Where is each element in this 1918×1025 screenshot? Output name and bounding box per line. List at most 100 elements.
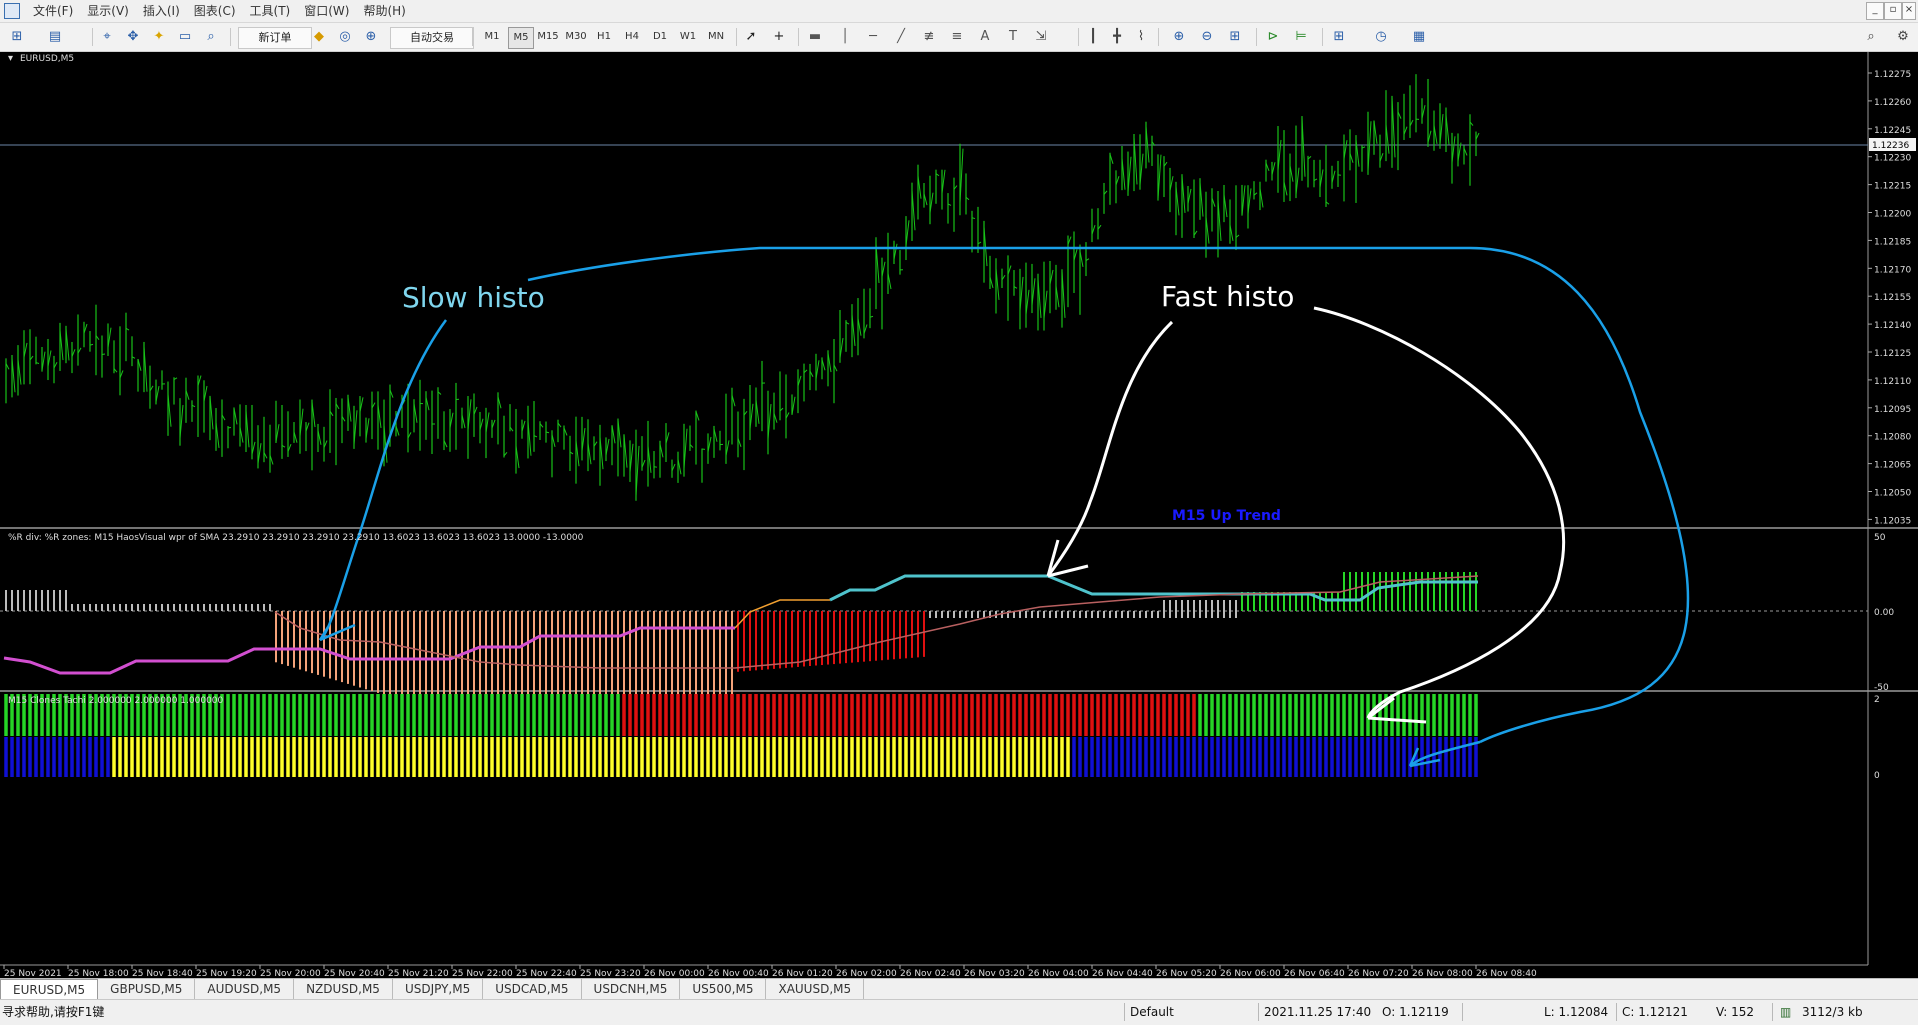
- timeframe-W1[interactable]: W1: [676, 27, 700, 47]
- chart-shift-icon[interactable]: ⊨: [1292, 28, 1310, 46]
- navigator-icon[interactable]: ▭: [176, 28, 194, 46]
- tab-audusd[interactable]: AUDUSD,M5: [195, 979, 294, 999]
- channel-icon[interactable]: ≢: [920, 28, 938, 46]
- text-tool-icon[interactable]: A: [976, 28, 994, 46]
- tile-windows-icon[interactable]: ⊞: [1226, 28, 1244, 46]
- crosshair-icon[interactable]: +: [770, 28, 788, 46]
- new-chart-icon[interactable]: ⊞: [8, 28, 26, 46]
- timeframe-M30[interactable]: M30: [564, 27, 588, 47]
- cursor-icon[interactable]: ➚: [742, 28, 760, 46]
- price-tick: 1.12125: [1874, 349, 1911, 359]
- menu-item-5[interactable]: 窗口(W): [297, 3, 356, 19]
- timeframe-H1[interactable]: H1: [592, 27, 616, 47]
- fibonacci-icon[interactable]: ≡: [948, 28, 966, 46]
- timeframe-M1[interactable]: M1: [480, 27, 504, 47]
- menu-item-2[interactable]: 插入(I): [136, 3, 187, 19]
- time-tick: 26 Nov 04:40: [1092, 969, 1153, 978]
- options-icon[interactable]: ⚙: [1894, 28, 1912, 46]
- timeframe-M5[interactable]: M5: [508, 27, 534, 49]
- periods-icon[interactable]: ◷: [1372, 28, 1390, 46]
- chart-canvas[interactable]: ▾ EURUSD,M5 %R div: %R zones: M15 HaosVi…: [0, 52, 1918, 978]
- line-chart-icon[interactable]: ⌇: [1132, 28, 1150, 46]
- price-tick: 1.12215: [1874, 182, 1911, 192]
- timeframe-M15[interactable]: M15: [536, 27, 560, 47]
- fast-arrow-line: [1048, 322, 1172, 576]
- price-tick: 1.12230: [1874, 154, 1911, 164]
- menu-item-0[interactable]: 文件(F): [26, 3, 80, 19]
- price-tick: 1.12260: [1874, 98, 1911, 108]
- status-datetime: 2021.11.25 17:40: [1264, 1004, 1371, 1020]
- time-tick: 26 Nov 01:20: [772, 969, 833, 978]
- price-tick: 1.12080: [1874, 433, 1911, 443]
- price-bar-close: [90, 344, 93, 345]
- time-tick: 25 Nov 20:40: [324, 969, 385, 978]
- price-tick: 1.12065: [1874, 461, 1911, 471]
- crosshair-nav-icon[interactable]: ✥: [124, 28, 142, 46]
- status-traffic: 3112/3 kb: [1802, 1004, 1863, 1020]
- profiles-icon[interactable]: ▤: [46, 28, 64, 46]
- tab-us500[interactable]: US500,M5: [680, 979, 766, 999]
- fast-arrow-line-2: [1314, 308, 1564, 718]
- price-tick: 1.12155: [1874, 293, 1911, 303]
- price-tick: 1.12035: [1874, 516, 1911, 526]
- wpr-slow-line: [4, 628, 735, 673]
- time-tick: 25 Nov 2021: [4, 969, 62, 978]
- search-icon[interactable]: ⌕: [1862, 28, 1880, 46]
- minimize-button[interactable]: _: [1866, 2, 1884, 20]
- symbol-collapse-icon[interactable]: ▾: [8, 53, 13, 64]
- tab-usdcad[interactable]: USDCAD,M5: [483, 979, 581, 999]
- indicators-icon[interactable]: ⊞: [1330, 28, 1348, 46]
- market-icon[interactable]: ⊕: [362, 28, 380, 46]
- autotrade-button[interactable]: 自动交易: [390, 27, 474, 49]
- zoom-out-icon[interactable]: ⊖: [1198, 28, 1216, 46]
- tab-xauusd[interactable]: XAUUSD,M5: [766, 979, 864, 999]
- status-close: C: 1.12121: [1622, 1004, 1688, 1020]
- timeframe-D1[interactable]: D1: [648, 27, 672, 47]
- candle-chart-icon[interactable]: ╋: [1108, 28, 1126, 46]
- close-button[interactable]: ×: [1902, 2, 1916, 20]
- bar-chart-icon[interactable]: ┃: [1084, 28, 1102, 46]
- time-tick: 25 Nov 23:20: [580, 969, 641, 978]
- tab-nzdusd[interactable]: NZDUSD,M5: [294, 979, 393, 999]
- horizontal-line-icon[interactable]: ─: [864, 28, 882, 46]
- signals-icon[interactable]: ◎: [336, 28, 354, 46]
- autotrade-label: 自动交易: [410, 31, 454, 44]
- profile-name[interactable]: Default: [1130, 1004, 1174, 1020]
- new-order-button[interactable]: 新订单: [238, 27, 312, 49]
- timeframe-H4[interactable]: H4: [620, 27, 644, 47]
- tab-usdjpy[interactable]: USDJPY,M5: [393, 979, 483, 999]
- menu-item-4[interactable]: 工具(T): [243, 3, 298, 19]
- tab-gbpusd[interactable]: GBPUSD,M5: [98, 979, 195, 999]
- menu-item-3[interactable]: 图表(C): [187, 3, 243, 19]
- price-tick: 1.12200: [1874, 210, 1911, 220]
- zoom-in-icon[interactable]: ⊕: [1170, 28, 1188, 46]
- time-tick: 25 Nov 22:00: [452, 969, 513, 978]
- symbol-tabs: EURUSD,M5GBPUSD,M5AUDUSD,M5NZDUSD,M5USDJ…: [0, 978, 1918, 999]
- favorites-icon[interactable]: ✦: [150, 28, 168, 46]
- time-tick: 26 Nov 00:40: [708, 969, 769, 978]
- indicator2-tick: 2: [1874, 695, 1880, 705]
- restore-button[interactable]: ▫: [1884, 2, 1902, 20]
- status-volume: V: 152: [1716, 1004, 1754, 1020]
- menu-item-1[interactable]: 显示(V): [80, 3, 136, 19]
- strategy-tester-icon[interactable]: ⌕: [202, 28, 220, 46]
- text-label-icon[interactable]: T: [1004, 28, 1022, 46]
- vertical-line-icon[interactable]: │: [836, 28, 854, 46]
- timeframe-MN[interactable]: MN: [704, 27, 728, 47]
- autoscroll-icon[interactable]: ⊳: [1264, 28, 1282, 46]
- tab-usdcnh[interactable]: USDCNH,M5: [582, 979, 681, 999]
- menu-item-6[interactable]: 帮助(H): [356, 3, 412, 19]
- time-axis: 25 Nov 202125 Nov 18:0025 Nov 18:4025 No…: [4, 965, 1537, 978]
- tab-eurusd[interactable]: EURUSD,M5: [0, 979, 98, 1000]
- metaeditor-icon[interactable]: ◆: [310, 28, 328, 46]
- price-tick: 1.12050: [1874, 489, 1911, 499]
- arrows-tool-icon[interactable]: ⇲: [1032, 28, 1050, 46]
- trendline-icon[interactable]: ╱: [892, 28, 910, 46]
- time-tick: 26 Nov 02:00: [836, 969, 897, 978]
- time-tick: 25 Nov 18:00: [68, 969, 129, 978]
- market-watch-icon[interactable]: ⌖: [98, 28, 116, 46]
- templates-icon[interactable]: ▦: [1410, 28, 1428, 46]
- chart-window[interactable]: ▾ EURUSD,M5 %R div: %R zones: M15 HaosVi…: [0, 52, 1918, 978]
- rectangle-tool-icon[interactable]: ▬: [806, 28, 824, 46]
- indicator1-axis: 500.00-50: [1874, 533, 1894, 693]
